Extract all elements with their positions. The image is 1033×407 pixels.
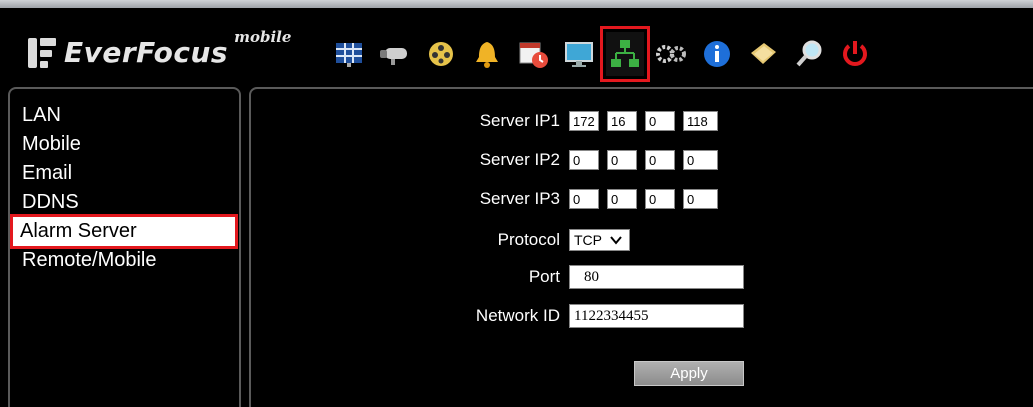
magnifier-icon[interactable] xyxy=(790,32,828,76)
sidebar-item-lan[interactable]: LAN xyxy=(10,101,239,130)
server-ip1-octet-1[interactable] xyxy=(569,111,599,131)
protocol-label: Protocol xyxy=(497,230,560,249)
logo-text: EverFocus xyxy=(64,36,229,69)
network-id-row: Network ID xyxy=(251,304,744,328)
window-top-strip xyxy=(0,0,1033,8)
server-ip2-octet-4[interactable] xyxy=(683,150,718,170)
port-input[interactable] xyxy=(569,265,744,289)
server-ip2-octet-2[interactable] xyxy=(607,150,637,170)
server-ip1-octet-4[interactable] xyxy=(683,111,718,131)
alarm-server-form: Server IP1 Server IP2 Server IP3 Protoco… xyxy=(249,87,1033,407)
port-row: Port xyxy=(251,265,744,289)
folder-icon[interactable] xyxy=(744,32,782,76)
network-id-label: Network ID xyxy=(475,306,560,325)
server-ip3-octet-3[interactable] xyxy=(645,189,675,209)
server-ip3-row: Server IP3 xyxy=(251,189,726,209)
sidebar-item-alarm-server[interactable]: Alarm Server xyxy=(10,214,238,249)
server-ip2-octet-3[interactable] xyxy=(645,150,675,170)
server-ip3-octet-1[interactable] xyxy=(569,189,599,209)
server-ip1-octet-2[interactable] xyxy=(607,111,637,131)
info-icon[interactable] xyxy=(698,32,736,76)
alarm-bell-icon[interactable] xyxy=(468,32,506,76)
logo-suffix: mobile xyxy=(234,28,292,46)
server-ip3-octet-2[interactable] xyxy=(607,189,637,209)
film-reel-icon[interactable] xyxy=(422,32,460,76)
settings-sidebar: LAN Mobile Email DDNS Alarm Server Remot… xyxy=(8,87,241,407)
network-icon[interactable] xyxy=(600,26,650,82)
protocol-select[interactable]: TCP xyxy=(569,229,630,251)
server-ip3-label: Server IP3 xyxy=(479,189,560,208)
server-ip2-row: Server IP2 xyxy=(251,150,726,170)
chevron-down-icon xyxy=(610,232,622,248)
protocol-row: Protocol TCP xyxy=(251,229,630,251)
camera-icon[interactable] xyxy=(376,32,414,76)
network-id-input[interactable] xyxy=(569,304,744,328)
server-ip1-octet-3[interactable] xyxy=(645,111,675,131)
sidebar-item-email[interactable]: Email xyxy=(10,159,239,188)
sidebar-item-mobile[interactable]: Mobile xyxy=(10,130,239,159)
server-ip3-octet-4[interactable] xyxy=(683,189,718,209)
sidebar-item-remote-mobile[interactable]: Remote/Mobile xyxy=(10,246,239,275)
logo-mark-icon xyxy=(28,36,56,70)
server-ip2-octet-1[interactable] xyxy=(569,150,599,170)
monitor-icon[interactable] xyxy=(560,32,598,76)
protocol-value: TCP xyxy=(574,232,602,248)
app-header: EverFocus mobile xyxy=(0,8,1033,85)
apply-button[interactable]: Apply xyxy=(634,361,744,386)
power-icon[interactable] xyxy=(836,32,874,76)
main-toolbar xyxy=(330,22,882,86)
schedule-calendar-icon[interactable] xyxy=(514,32,552,76)
server-ip2-label: Server IP2 xyxy=(479,150,560,169)
sidebar-item-ddns[interactable]: DDNS xyxy=(10,188,239,217)
server-ip1-label: Server IP1 xyxy=(479,111,560,130)
gears-icon[interactable] xyxy=(652,32,690,76)
grid-layout-icon[interactable] xyxy=(330,32,368,76)
everfocus-logo: EverFocus mobile xyxy=(28,28,292,74)
port-label: Port xyxy=(528,267,560,286)
server-ip1-row: Server IP1 xyxy=(251,111,726,131)
